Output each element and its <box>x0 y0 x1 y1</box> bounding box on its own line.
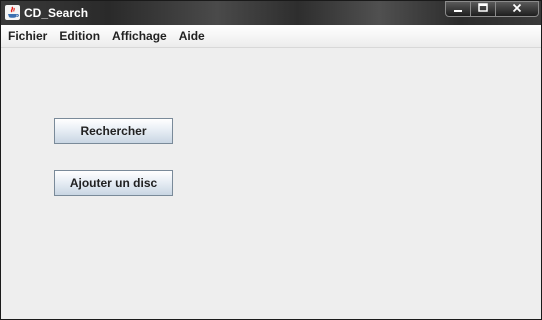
window-title: CD_Search <box>24 6 89 20</box>
add-disc-button[interactable]: Ajouter un disc <box>54 170 173 196</box>
menu-bar: Fichier Edition Affichage Aide <box>1 25 541 48</box>
menu-edition[interactable]: Edition <box>53 25 106 47</box>
app-window: CD_Search Fichier Edition Affichage Aide… <box>0 0 542 320</box>
main-panel: Rechercher Ajouter un disc <box>1 48 541 319</box>
maximize-icon <box>478 1 488 18</box>
menu-fichier[interactable]: Fichier <box>1 25 53 47</box>
menu-aide[interactable]: Aide <box>173 25 211 47</box>
java-icon <box>5 5 20 20</box>
title-bar[interactable]: CD_Search <box>1 1 541 25</box>
minimize-icon <box>453 1 463 18</box>
minimize-button[interactable] <box>445 1 471 17</box>
window-controls <box>445 1 539 19</box>
close-button[interactable] <box>495 1 539 17</box>
search-button[interactable]: Rechercher <box>54 118 173 144</box>
menu-affichage[interactable]: Affichage <box>106 25 173 47</box>
maximize-button[interactable] <box>470 1 496 17</box>
close-icon <box>512 1 522 18</box>
